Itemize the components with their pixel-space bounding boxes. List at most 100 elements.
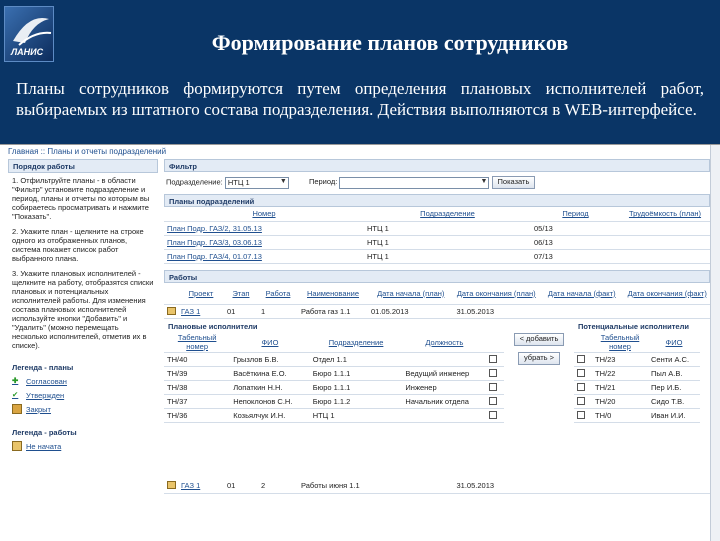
- table-row[interactable]: План Подр. ГАЗ/3, 03.06.13 НТЦ 1 06/13: [164, 235, 710, 250]
- planned-table: Табельный номер ФИО Подразделение Должность…: [164, 332, 504, 423]
- legend-approved[interactable]: ✚ Согласован: [8, 374, 158, 388]
- row-checkbox[interactable]: [577, 410, 585, 419]
- web-app-screenshot: Главная :: Планы и отчеты подразделений …: [0, 144, 720, 541]
- col-header[interactable]: Подразделение: [309, 332, 403, 353]
- fio: Иван И.И.: [648, 408, 700, 423]
- dept: Бюро 1.1.1: [309, 380, 403, 395]
- legend-works-title: Легенда - работы: [12, 428, 77, 437]
- fio: Пыл А.В.: [648, 366, 700, 381]
- row-checkbox[interactable]: [489, 368, 498, 377]
- tab-number: ТН/22: [592, 366, 648, 381]
- legend-closed[interactable]: Закрыт: [8, 402, 158, 416]
- plus-icon: ✚: [12, 376, 19, 385]
- work-number: 1: [258, 304, 298, 319]
- legend-label: Закрыт: [26, 404, 51, 414]
- planned-panel: Плановые исполнители Табельный номер ФИО П…: [164, 321, 504, 479]
- plan-number[interactable]: План Подр. ГАЗ/4, 01.07.13: [164, 249, 364, 264]
- table-row[interactable]: ТН/22 Пыл А.В.: [574, 366, 700, 381]
- col-header[interactable]: Период: [531, 207, 620, 222]
- table-row[interactable]: ТН/39 Васёткина Е.О. Бюро 1.1.1 Ведущий инж…: [164, 366, 504, 381]
- legend-plans-title: Легенда - планы: [12, 363, 74, 372]
- row-checkbox[interactable]: [577, 368, 585, 377]
- show-button[interactable]: Показать: [491, 176, 536, 189]
- logo-text: ЛАНИС: [11, 47, 44, 57]
- row-checkbox[interactable]: [577, 396, 585, 405]
- fio: Грызлов Б.В.: [230, 352, 310, 367]
- table-row[interactable]: ТН/21 Пер И.Б.: [574, 380, 700, 395]
- fio: Сидо Т.В.: [648, 394, 700, 409]
- row-checkbox[interactable]: [489, 396, 498, 405]
- row-checkbox[interactable]: [577, 382, 585, 391]
- step-1: 1. Отфильтруйте планы - в области "Фильт…: [12, 176, 150, 221]
- work-name: Работы июня 1.1: [298, 479, 368, 494]
- col-header[interactable]: Этап: [224, 282, 258, 305]
- add-button[interactable]: < добавить: [513, 333, 565, 346]
- legend-confirmed[interactable]: ✔ Утвержден: [8, 388, 158, 402]
- check-col: [574, 332, 592, 353]
- table-row[interactable]: ТН/36 Козьялчук И.Н. НТЦ 1: [164, 408, 504, 423]
- col-header[interactable]: Табельный номер: [164, 332, 231, 353]
- col-header[interactable]: Дата окончания (факт): [624, 282, 710, 305]
- dept-label: Подразделение:: [166, 177, 223, 187]
- row-checkbox[interactable]: [489, 410, 498, 419]
- col-header[interactable]: Работа: [258, 282, 298, 305]
- filter-title: Фильтр: [164, 159, 710, 172]
- col-header[interactable]: ФИО: [648, 332, 700, 353]
- legend-not-started[interactable]: Не начата: [8, 439, 158, 453]
- fio: Непоклонов С.Н.: [230, 394, 310, 409]
- scrollbar[interactable]: [710, 145, 720, 541]
- work-project[interactable]: ГАЗ 1: [178, 304, 224, 319]
- dept: НТЦ 1: [309, 408, 403, 423]
- col-header[interactable]: Подразделение: [364, 207, 532, 222]
- table-row[interactable]: ГАЗ 1 01 1 Работа газ 1.1 01.05.2013 31.05.20…: [164, 304, 710, 319]
- folder-icon: [12, 404, 22, 414]
- dept-select[interactable]: НТЦ 1: [224, 176, 289, 189]
- col-header[interactable]: Наименование: [298, 282, 368, 305]
- col-header[interactable]: Проект: [178, 282, 224, 305]
- work-start-fact: [539, 479, 625, 494]
- tab-number: ТН/20: [592, 394, 648, 409]
- col-header[interactable]: Дата окончания (план): [453, 282, 539, 305]
- fio: Васёткина Е.О.: [230, 366, 310, 381]
- plan-dept: НТЦ 1: [364, 249, 532, 264]
- col-header[interactable]: Табельный номер: [592, 332, 648, 353]
- table-row[interactable]: План Подр. ГАЗ/2, 31.05.13 НТЦ 1 05/13: [164, 221, 710, 236]
- col-header[interactable]: Номер: [164, 207, 364, 222]
- table-row[interactable]: ТН/37 Непоклонов С.Н. Бюро 1.1.2 Начальник …: [164, 394, 504, 409]
- work-name: Работа газ 1.1: [298, 304, 368, 319]
- plan-number[interactable]: План Подр. ГАЗ/2, 31.05.13: [164, 221, 364, 236]
- remove-button[interactable]: убрать >: [517, 352, 561, 365]
- col-header[interactable]: Трудоёмкость (план): [620, 207, 710, 222]
- legend-label: Утвержден: [26, 390, 65, 400]
- table-row[interactable]: ГАЗ 1 01 2 Работы июня 1.1 31.05.2013: [164, 479, 710, 494]
- breadcrumb[interactable]: Главная :: Планы и отчеты подразделений: [8, 147, 166, 156]
- row-checkbox[interactable]: [489, 354, 498, 363]
- col-header[interactable]: ФИО: [230, 332, 310, 353]
- table-row[interactable]: ТН/20 Сидо Т.В.: [574, 394, 700, 409]
- row-checkbox[interactable]: [577, 354, 585, 363]
- tab-number: ТН/39: [164, 366, 231, 381]
- table-row[interactable]: ТН/0 Иван И.И.: [574, 408, 700, 423]
- left-panel: Порядок работы 1. Отфильтруйте планы - в…: [8, 159, 158, 541]
- position: Ведущий инженер: [402, 366, 487, 381]
- right-panel: Фильтр Подразделение: НТЦ 1 Период: Пока…: [164, 159, 710, 541]
- work-project[interactable]: ГАЗ 1: [178, 479, 224, 494]
- col-header[interactable]: Дата начала (план): [368, 282, 454, 305]
- row-checkbox[interactable]: [489, 382, 498, 391]
- dept: Бюро 1.1.1: [309, 366, 403, 381]
- plan-period: 05/13: [531, 221, 620, 236]
- table-row[interactable]: План Подр. ГАЗ/4, 01.07.13 НТЦ 1 07/13: [164, 249, 710, 264]
- fio: Козьялчук И.Н.: [230, 408, 310, 423]
- potential-panel: Потенциальные исполнители Табельный номе…: [574, 321, 700, 479]
- company-logo: ЛАНИС: [4, 6, 54, 62]
- table-row[interactable]: ТН/40 Грызлов Б.В. Отдел 1.1: [164, 352, 504, 367]
- position: Инженер: [402, 380, 487, 395]
- plan-number[interactable]: План Подр. ГАЗ/3, 03.06.13: [164, 235, 364, 250]
- col-header[interactable]: Дата начала (факт): [539, 282, 625, 305]
- table-row[interactable]: ТН/38 Лопаткин Н.Н. Бюро 1.1.1 Инженер: [164, 380, 504, 395]
- table-row[interactable]: ТН/23 Сенти А.С.: [574, 352, 700, 367]
- col-header[interactable]: Должность: [402, 332, 487, 353]
- plan-effort: [620, 221, 710, 236]
- period-select[interactable]: [339, 176, 490, 189]
- work-icon: [164, 479, 178, 494]
